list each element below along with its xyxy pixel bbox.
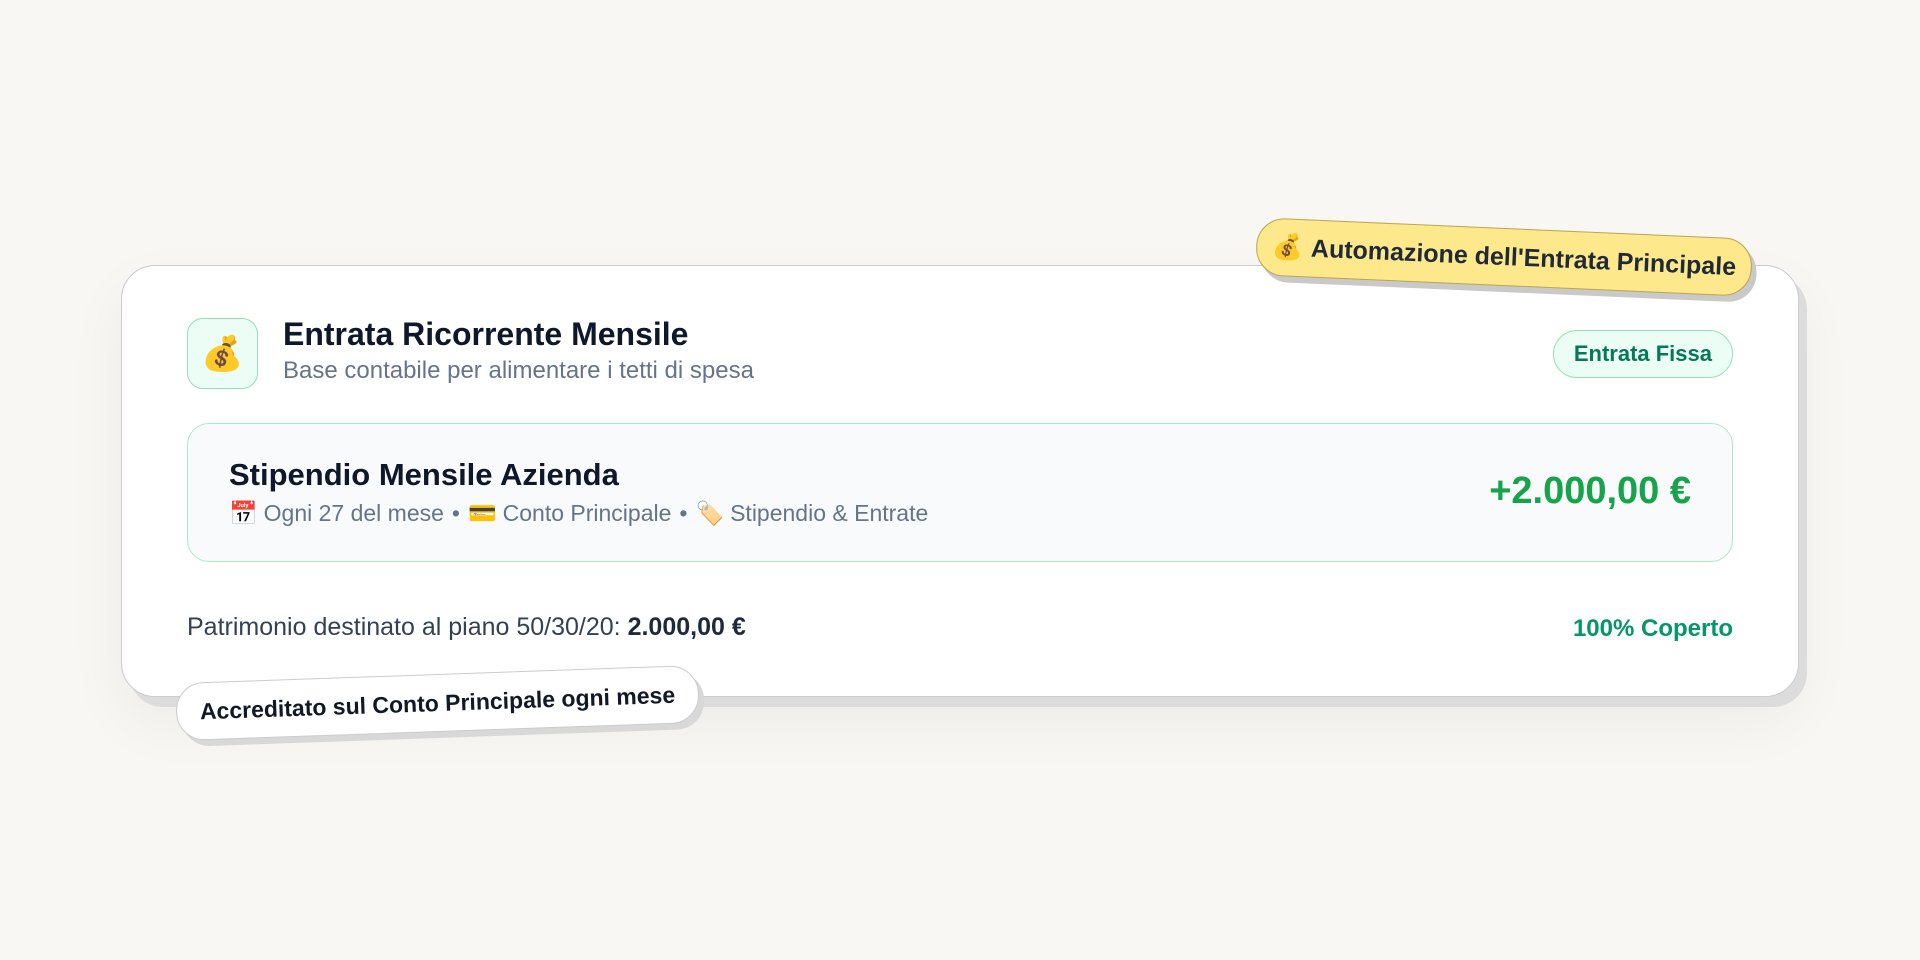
credit-card-icon: 💳 xyxy=(467,500,497,526)
coverage-status: 100% Coperto xyxy=(1572,615,1733,642)
tag-icon: 🏷️ xyxy=(695,500,725,526)
allocation-label: Patrimonio destinato al piano 50/30/20: xyxy=(187,613,628,641)
card-header: 💰 Entrata Ricorrente Mensile Base contab… xyxy=(187,316,1733,390)
meta-separator: • xyxy=(451,500,460,526)
money-bag-emoji: 💰 xyxy=(201,334,244,373)
income-item-title: Stipendio Mensile Azienda xyxy=(229,457,619,492)
allocation-value: 2.000,00 € xyxy=(627,613,746,641)
meta-separator: • xyxy=(679,500,688,526)
income-card: 💰 Entrata Ricorrente Mensile Base contab… xyxy=(121,265,1799,697)
schedule-text: Ogni 27 del mese xyxy=(263,500,444,526)
automation-sticker-label: Automazione dell'Entrata Principale xyxy=(1310,234,1737,281)
card-subtitle: Base contabile per alimentare i tetti di… xyxy=(283,357,754,384)
money-bag-icon: 💰 xyxy=(187,318,258,389)
credited-sticker-label: Accreditato sul Conto Principale ogni me… xyxy=(199,681,676,724)
category-text: Stipendio & Entrate xyxy=(730,500,929,526)
income-amount: +2.000,00 € xyxy=(1489,470,1691,512)
account-text: Conto Principale xyxy=(502,500,672,526)
income-item[interactable]: Stipendio Mensile Azienda 📅 Ogni 27 del … xyxy=(187,423,1733,562)
income-item-meta: 📅 Ogni 27 del mese • 💳 Conto Principale … xyxy=(229,500,928,527)
page: 💰 Entrata Ricorrente Mensile Base contab… xyxy=(0,0,1920,960)
money-bag-icon: 💰 xyxy=(1271,232,1304,262)
fixed-income-badge: Entrata Fissa xyxy=(1552,330,1733,378)
calendar-icon: 📅 xyxy=(229,500,258,526)
card-title: Entrata Ricorrente Mensile xyxy=(283,316,689,352)
allocation-summary: Patrimonio destinato al piano 50/30/20: … xyxy=(187,613,746,642)
